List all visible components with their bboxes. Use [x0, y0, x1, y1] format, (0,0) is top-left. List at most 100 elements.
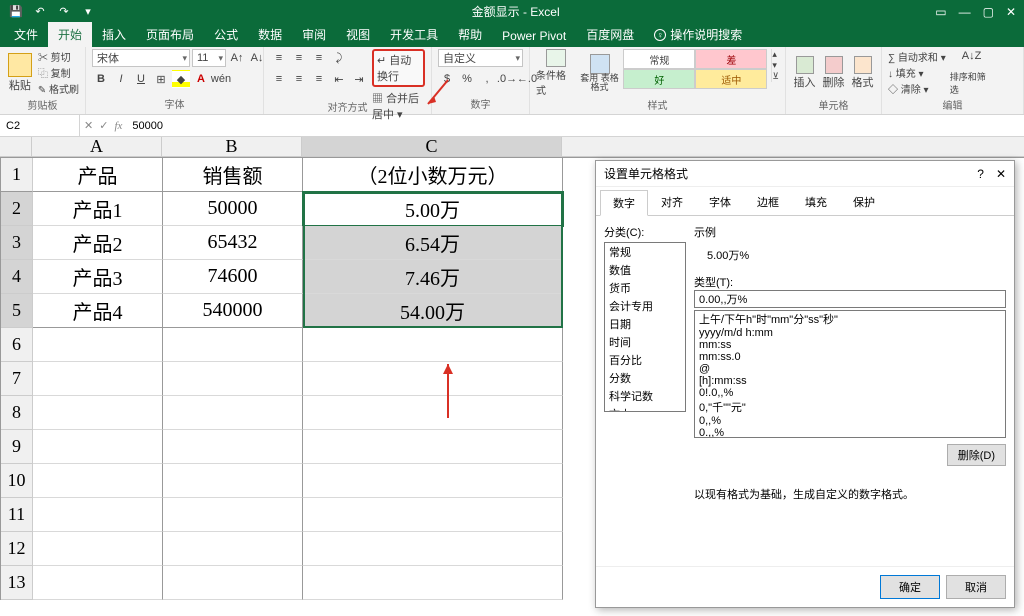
cell[interactable]: 74600 — [163, 260, 303, 294]
underline-button[interactable]: U — [132, 70, 150, 88]
font-color-button[interactable]: A — [192, 70, 210, 88]
row-header[interactable]: 10 — [1, 464, 33, 498]
dlg-tab-protect[interactable]: 保护 — [840, 189, 888, 215]
delete-button[interactable]: 删除(D) — [947, 444, 1006, 466]
name-box[interactable]: C2 — [0, 115, 80, 136]
increase-font-icon[interactable]: A↑ — [228, 49, 246, 67]
row-header[interactable]: 6 — [1, 328, 33, 362]
tab-review[interactable]: 审阅 — [292, 22, 336, 47]
cell[interactable]: （2位小数万元） — [303, 158, 563, 192]
italic-button[interactable]: I — [112, 70, 130, 88]
ribbon-options-icon[interactable]: ▭ — [935, 5, 946, 19]
cell[interactable]: 产品3 — [33, 260, 163, 294]
cell[interactable]: 6.54万 — [303, 226, 563, 260]
row-header[interactable]: 8 — [1, 396, 33, 430]
maximize-icon[interactable]: ▢ — [983, 5, 994, 19]
save-icon[interactable]: 💾 — [8, 4, 24, 20]
cell[interactable]: 50000 — [163, 192, 303, 226]
align-middle-icon[interactable]: ≡ — [290, 49, 308, 67]
category-listbox[interactable]: 常规 数值 货币 会计专用 日期 时间 百分比 分数 科学记数 文本 特殊 自定… — [604, 242, 686, 412]
formula-input[interactable]: 50000 — [126, 120, 1024, 132]
font-name-combo[interactable]: 宋体 — [92, 49, 190, 67]
fill-button[interactable]: ↓ 填充 ▾ — [888, 65, 946, 80]
type-listbox[interactable]: 上午/下午h"时"mm"分"ss"秒" yyyy/m/d h:mm mm:ss … — [694, 310, 1006, 438]
row-header[interactable]: 11 — [1, 498, 33, 532]
tell-me[interactable]: ♀ 操作说明搜索 — [644, 22, 752, 47]
dlg-tab-align[interactable]: 对齐 — [648, 189, 696, 215]
wrap-text-button[interactable]: ↵ 自动换行 — [372, 49, 425, 87]
paste-button[interactable]: 粘贴 — [6, 49, 34, 97]
cond-format-button[interactable]: 条件格式 — [536, 49, 576, 97]
row-header[interactable]: 1 — [1, 158, 33, 192]
row-header[interactable]: 12 — [1, 532, 33, 566]
select-all-corner[interactable] — [0, 137, 32, 156]
style-gallery-nav[interactable]: ▴▾⊻ — [771, 49, 779, 82]
dlg-tab-font[interactable]: 字体 — [696, 189, 744, 215]
sort-filter-button[interactable]: A↓Z 排序和筛选 — [950, 49, 994, 97]
orientation-icon[interactable]: ⤸ — [330, 49, 348, 67]
tab-formulas[interactable]: 公式 — [204, 22, 248, 47]
dlg-tab-fill[interactable]: 填充 — [792, 189, 840, 215]
tab-file[interactable]: 文件 — [4, 22, 48, 47]
fill-color-button[interactable]: ◆ — [172, 70, 190, 88]
row-header[interactable]: 3 — [1, 226, 33, 260]
indent-dec-icon[interactable]: ⇤ — [330, 70, 348, 88]
cell[interactable]: 产品 — [33, 158, 163, 192]
number-format-combo[interactable]: 自定义 — [438, 49, 523, 67]
close-icon[interactable]: ✕ — [1006, 5, 1016, 19]
percent-icon[interactable]: % — [458, 70, 476, 88]
col-header-b[interactable]: B — [162, 137, 302, 156]
undo-icon[interactable]: ↶ — [32, 4, 48, 20]
format-button[interactable]: 格式 — [850, 49, 875, 97]
cell[interactable]: 54.00万 — [303, 294, 563, 328]
type-input[interactable] — [694, 290, 1006, 308]
table-format-button[interactable]: 套用 表格格式 — [580, 49, 620, 97]
border-button[interactable]: ⊞ — [152, 70, 170, 88]
align-bottom-icon[interactable]: ≡ — [310, 49, 328, 67]
tab-powerpivot[interactable]: Power Pivot — [492, 25, 576, 47]
tab-view[interactable]: 视图 — [336, 22, 380, 47]
tab-data[interactable]: 数据 — [248, 22, 292, 47]
format-painter-button[interactable]: ✎ 格式刷 — [38, 81, 79, 96]
cell[interactable]: 7.46万 — [303, 260, 563, 294]
qat-more-icon[interactable]: ▾ — [80, 4, 96, 20]
cell-active[interactable]: 5.00万 — [303, 192, 563, 226]
delete-button[interactable]: 删除 — [821, 49, 846, 97]
row-header[interactable]: 5 — [1, 294, 33, 328]
font-size-combo[interactable]: 11 — [192, 49, 226, 67]
align-right-icon[interactable]: ≡ — [310, 70, 328, 88]
dlg-tab-number[interactable]: 数字 — [600, 190, 648, 216]
inc-decimal-icon[interactable]: .0→ — [498, 70, 516, 88]
tab-baidu[interactable]: 百度网盘 — [576, 22, 644, 47]
dlg-tab-border[interactable]: 边框 — [744, 189, 792, 215]
row-header[interactable]: 9 — [1, 430, 33, 464]
indent-inc-icon[interactable]: ⇥ — [350, 70, 368, 88]
row-header[interactable]: 7 — [1, 362, 33, 396]
phonetic-button[interactable]: wén — [212, 70, 230, 88]
tab-insert[interactable]: 插入 — [92, 22, 136, 47]
tab-home[interactable]: 开始 — [48, 22, 92, 47]
row-header[interactable]: 13 — [1, 566, 33, 600]
align-left-icon[interactable]: ≡ — [270, 70, 288, 88]
row-header[interactable]: 2 — [1, 192, 33, 226]
fx-icon[interactable]: fx — [114, 120, 122, 132]
tab-pagelayout[interactable]: 页面布局 — [136, 22, 204, 47]
style-bad[interactable]: 差 — [695, 49, 767, 69]
tab-developer[interactable]: 开发工具 — [380, 22, 448, 47]
insert-button[interactable]: 插入 — [792, 49, 817, 97]
bold-button[interactable]: B — [92, 70, 110, 88]
dialog-help-icon[interactable]: ? — [977, 167, 984, 181]
minimize-icon[interactable]: — — [959, 5, 971, 19]
fx-enter-icon[interactable]: ✓ — [99, 119, 108, 132]
align-center-icon[interactable]: ≡ — [290, 70, 308, 88]
ok-button[interactable]: 确定 — [880, 575, 940, 599]
style-good[interactable]: 好 — [623, 69, 695, 89]
cell[interactable]: 产品2 — [33, 226, 163, 260]
cell[interactable]: 540000 — [163, 294, 303, 328]
dialog-close-icon[interactable]: ✕ — [996, 167, 1006, 181]
cell[interactable]: 65432 — [163, 226, 303, 260]
currency-icon[interactable]: $ — [438, 70, 456, 88]
cancel-button[interactable]: 取消 — [946, 575, 1006, 599]
clear-button[interactable]: ◇ 清除 ▾ — [888, 81, 946, 96]
redo-icon[interactable]: ↷ — [56, 4, 72, 20]
